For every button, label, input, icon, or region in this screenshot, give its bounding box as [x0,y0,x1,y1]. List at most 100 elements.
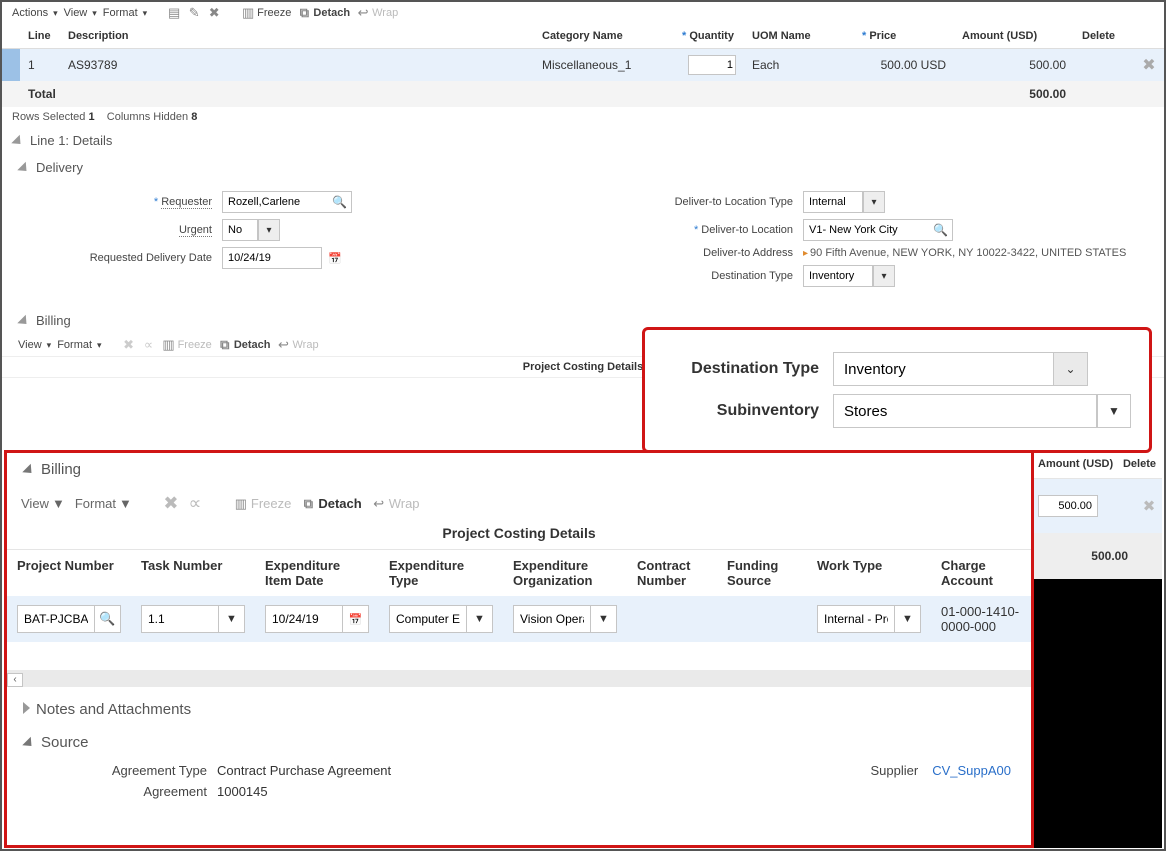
destination-callout: Destination Type ⌄ Subinventory ▼ [642,327,1152,453]
col-cat[interactable]: Category Name [534,24,674,49]
lp-delete-icon[interactable]: ✖ [164,497,178,511]
cell-line: 1 [20,49,60,82]
supplier-label: Supplier [871,763,933,778]
lp-col-funding[interactable]: Funding Source [717,550,807,596]
dropdown-icon[interactable]: ▼ [895,605,921,633]
detach-button[interactable]: ⧉Detach [218,338,271,352]
supplier-link[interactable]: CV_SuppA00 [932,763,1011,778]
freeze-icon: ▥ [162,338,176,352]
share-icon[interactable]: ∝ [142,338,156,352]
scroll-left-icon[interactable]: ‹ [7,673,23,687]
dropdown-icon[interactable]: ▼ [219,605,245,633]
lp-col-eorg[interactable]: Expenditure Organization [503,550,627,596]
qty-input[interactable] [688,55,736,75]
edit-icon[interactable]: ✎ [187,6,201,20]
view-menu[interactable]: View [64,7,97,19]
lp-view-menu[interactable]: View ▼ [21,496,65,511]
rs-amount-input[interactable] [1038,495,1098,517]
lp-scrollbar[interactable]: ‹ [7,670,1031,687]
lp-table-row[interactable]: 🔍 ▼ 📅 ▼ ▼ ▼ 01-000-1410-0000-000 [7,596,1031,642]
urgent-select[interactable] [222,219,258,241]
agrtype-label: Agreement Type [27,763,217,778]
collapse-icon [12,133,24,148]
dropdown-icon[interactable]: ▼ [467,605,493,633]
lp-col-task[interactable]: Task Number [131,550,255,596]
lp-pcd-title: Project Costing Details [7,521,1031,550]
col-line[interactable]: Line [20,24,60,49]
dropdown-icon[interactable]: ▼ [591,605,617,633]
cell-desc: AS93789 [60,49,534,82]
lp-source-section[interactable]: Source [7,724,1031,757]
lp-share-icon[interactable]: ∝ [188,497,202,511]
lp-eorg-input[interactable] [513,605,591,633]
format-menu[interactable]: Format [57,339,101,351]
desttype-dropdown-button[interactable]: ▾ [873,265,895,287]
lp-wrap-button[interactable]: ↩Wrap [372,496,420,511]
delete-row-icon[interactable]: ✖ [1142,58,1156,72]
calendar-icon[interactable]: 📅 [343,605,369,633]
col-price[interactable]: * Price [854,24,954,49]
lp-col-etype[interactable]: Expenditure Type [379,550,503,596]
col-desc[interactable]: Description [60,24,534,49]
lp-freeze-button[interactable]: ▥Freeze [234,496,291,511]
loctype-select[interactable] [803,191,863,213]
lp-etype-input[interactable] [389,605,467,633]
freeze-button[interactable]: ▥Freeze [162,338,212,352]
lp-notes-section[interactable]: Notes and Attachments [7,687,1031,724]
urgent-dropdown-button[interactable]: ▾ [258,219,280,241]
lp-proj-input[interactable] [17,605,95,633]
calendar-icon[interactable]: 📅 [325,248,345,268]
lp-charge-value: 01-000-1410-0000-000 [931,596,1031,642]
search-icon[interactable]: 🔍 [95,605,121,633]
lp-eidate-input[interactable] [265,605,343,633]
lp-task-input[interactable] [141,605,219,633]
callout-subinv-dropdown-button[interactable]: ▼ [1097,394,1131,428]
detach-icon: ⧉ [218,338,232,352]
format-menu[interactable]: Format [103,7,147,19]
desttype-select[interactable] [803,265,873,287]
rs-delete-hdr: Delete [1123,458,1156,470]
rs-delete-icon[interactable]: ✖ [1142,499,1156,513]
wrap-button[interactable]: ↩Wrap [277,338,319,352]
col-delete[interactable]: Delete [1074,24,1164,49]
delivery-section[interactable]: Delivery [2,154,1164,181]
line-details-section[interactable]: Line 1: Details [2,127,1164,154]
lp-col-worktype[interactable]: Work Type [807,550,931,596]
wrap-button[interactable]: ↩Wrap [356,6,398,20]
loc-input[interactable] [803,219,953,241]
loctype-dropdown-button[interactable]: ▾ [863,191,885,213]
lp-table: Project Number Task Number Expenditure I… [7,550,1031,687]
callout-desttype-dropdown-button[interactable]: ⌄ [1054,352,1088,386]
actions-menu[interactable]: Actions [12,7,58,19]
delete-icon[interactable]: ✖ [122,338,136,352]
lp-col-eidate[interactable]: Expenditure Item Date [255,550,379,596]
col-uom[interactable]: UOM Name [744,24,854,49]
lp-col-proj[interactable]: Project Number [7,550,131,596]
table-row[interactable]: 1 AS93789 Miscellaneous_1 Each 500.00 US… [2,49,1164,82]
delete-icon[interactable]: ✖ [207,6,221,20]
urgent-label: Urgent [179,224,212,237]
detach-icon: ⧉ [301,497,315,511]
lp-detach-button[interactable]: ⧉Detach [301,496,361,511]
table-meta: Rows Selected 1 Columns Hidden 8 [2,107,1164,127]
add-row-icon[interactable]: ▤ [167,6,181,20]
lp-billing-section[interactable]: Billing [7,453,1031,486]
expand-icon [23,701,30,718]
callout-subinv-select[interactable] [833,394,1097,428]
view-menu[interactable]: View [18,339,51,351]
cell-cat: Miscellaneous_1 [534,49,674,82]
lp-col-charge[interactable]: Charge Account [931,550,1031,596]
reqdate-input[interactable] [222,247,322,269]
lp-col-contract[interactable]: Contract Number [627,550,717,596]
requester-input[interactable] [222,191,352,213]
freeze-button[interactable]: ▥Freeze [241,6,291,20]
col-amount[interactable]: Amount (USD) [954,24,1074,49]
detach-icon: ⧉ [297,6,311,20]
detach-button[interactable]: ⧉Detach [297,6,350,20]
col-qty[interactable]: * Quantity [674,24,744,49]
collapse-icon [23,734,35,751]
wrap-icon: ↩ [372,497,386,511]
callout-desttype-select[interactable] [833,352,1054,386]
lp-worktype-input[interactable] [817,605,895,633]
lp-format-menu[interactable]: Format ▼ [75,496,132,511]
